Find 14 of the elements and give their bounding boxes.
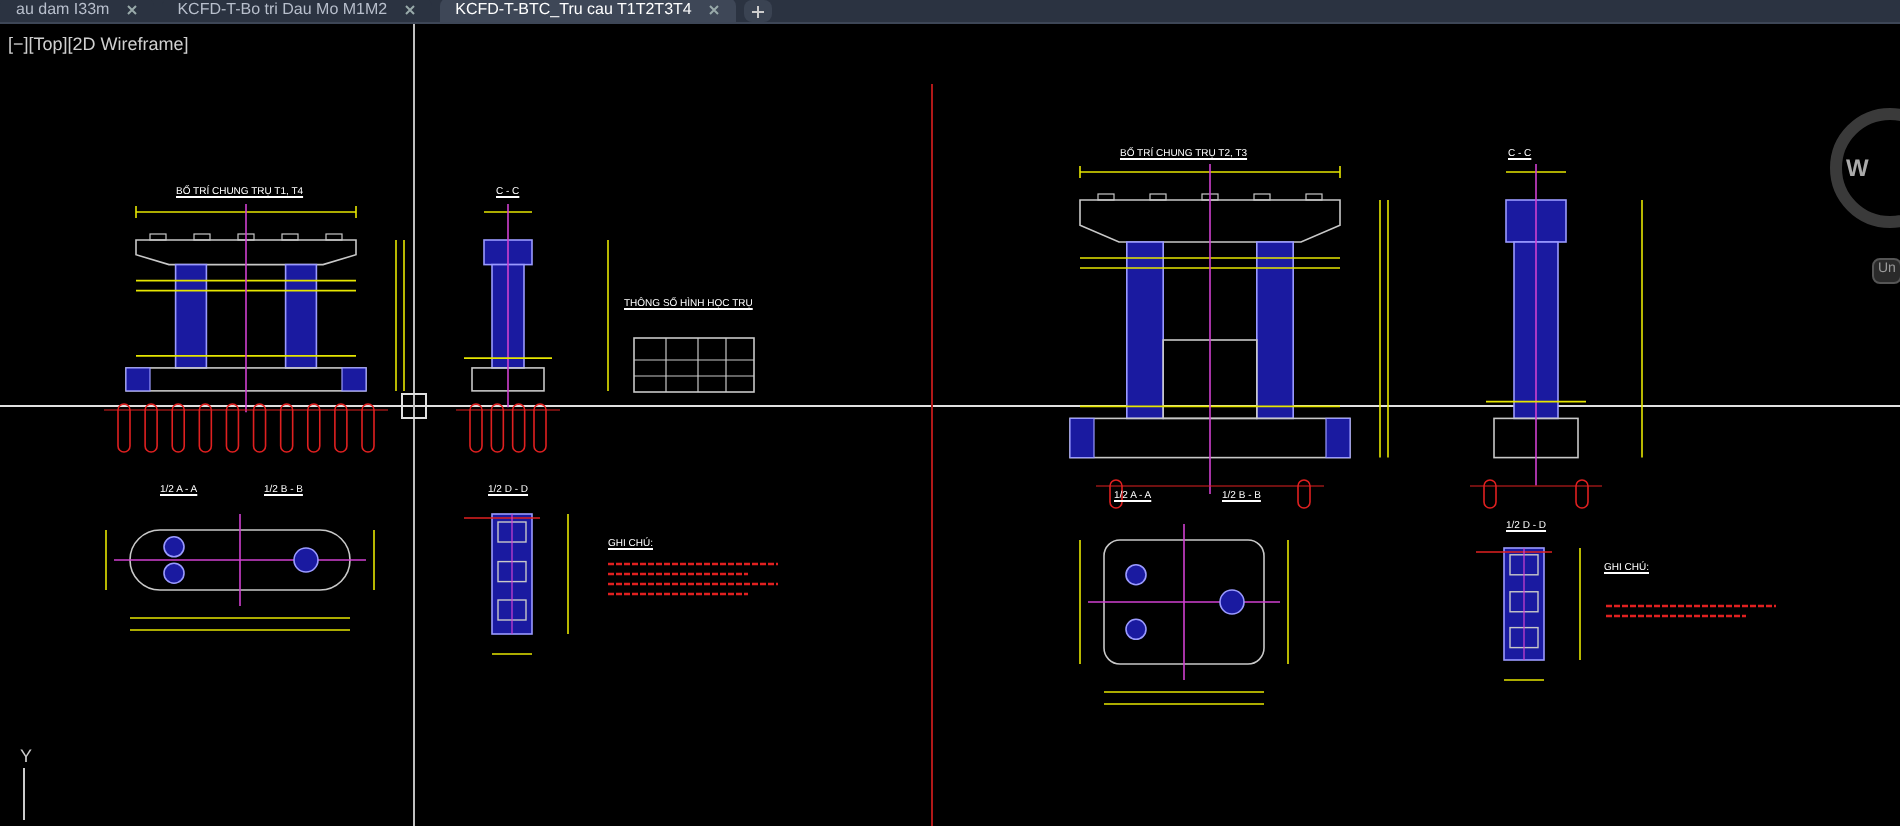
pile-group-drawing	[455, 403, 561, 453]
data-table-drawing	[633, 337, 755, 393]
new-tab-button[interactable]	[743, 0, 772, 22]
file-tab[interactable]: KCFD-T-BTC_Tru cau T1T2T3T4	[439, 0, 736, 22]
pile-group-drawing	[1469, 479, 1603, 509]
ucs-axis-label: Y	[20, 744, 33, 770]
close-icon[interactable]	[707, 4, 720, 16]
plus-icon	[751, 5, 764, 17]
close-icon[interactable]	[403, 4, 416, 16]
viewcube-ring[interactable]: W	[1830, 108, 1900, 228]
column-detail-drawing	[463, 513, 569, 655]
viewport-label[interactable]: [−][Top][2D Wireframe]	[8, 32, 189, 59]
column-detail-drawing	[1475, 547, 1581, 681]
close-icon[interactable]	[125, 4, 138, 16]
